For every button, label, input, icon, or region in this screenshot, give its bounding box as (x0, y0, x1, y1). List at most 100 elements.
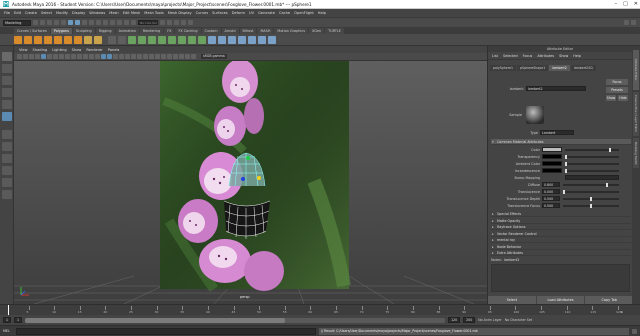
toggle-sidebar-icon[interactable] (631, 20, 636, 25)
wireframe-icon[interactable] (101, 54, 106, 59)
menu-cache[interactable]: Cache (279, 11, 290, 15)
grease-pencil-icon[interactable] (53, 54, 58, 59)
shelf-tab-turtle[interactable]: TURTLE (325, 27, 344, 34)
menu-uv[interactable]: UV (249, 11, 254, 15)
mask-vertex-icon[interactable] (89, 20, 94, 25)
focus-button[interactable]: Focus (606, 79, 628, 85)
section-mental-ray[interactable]: mental ray (491, 237, 631, 243)
attr-slider-knob[interactable] (565, 168, 567, 173)
separate-icon[interactable] (118, 35, 126, 44)
section-special-effects[interactable]: Special Effects (491, 211, 631, 217)
new-scene-icon[interactable] (33, 20, 38, 25)
render-settings-icon[interactable] (181, 20, 186, 25)
shadows-icon[interactable] (137, 54, 142, 59)
attr-color-swatch[interactable] (542, 168, 562, 173)
ae-tab-lambert2[interactable]: lambert2 (549, 65, 570, 71)
section-node-behavior[interactable]: Node Behavior (491, 244, 631, 250)
camera-attributes-icon[interactable] (29, 54, 34, 59)
bookmarks-icon[interactable] (35, 54, 40, 59)
menu-windows[interactable]: Windows (89, 11, 105, 15)
snap-plane-icon[interactable] (131, 20, 136, 25)
open-scene-icon[interactable] (40, 20, 45, 25)
hypershade-layout-icon[interactable] (2, 178, 12, 187)
presets-button[interactable]: Presets (606, 87, 628, 93)
attr-slider-knob[interactable] (606, 182, 609, 187)
attr-value-field[interactable]: 0.500 (542, 203, 560, 208)
range-slider[interactable] (25, 317, 446, 323)
film-gate-icon[interactable] (65, 54, 70, 59)
range-start-field[interactable]: 1 (3, 317, 12, 323)
minimize-button[interactable]: – (615, 1, 618, 7)
gate-mask-icon[interactable] (77, 54, 82, 59)
shelf-tab-fx-caching[interactable]: FX Caching (175, 27, 201, 34)
attr-color-swatch[interactable] (542, 154, 562, 159)
script-editor-icon[interactable] (632, 328, 637, 334)
history-icon[interactable] (160, 20, 165, 25)
rotate-tool-icon[interactable] (2, 100, 12, 109)
section-vector-renderer-control[interactable]: Vector Renderer Control (491, 231, 631, 237)
attr-color-swatch[interactable] (542, 147, 562, 152)
range-end-field[interactable]: 200 (463, 317, 476, 323)
attr-slider-knob[interactable] (609, 147, 611, 152)
snap-point-icon[interactable] (124, 20, 129, 25)
poly-sphere-icon[interactable] (14, 35, 22, 44)
menu-openflight[interactable]: OpenFlight (294, 11, 314, 15)
persp-outliner-layout-icon[interactable] (2, 154, 12, 163)
attr-slider-knob[interactable] (563, 189, 565, 194)
live-surface-field[interactable]: No Live Surface (138, 20, 158, 25)
select-camera-icon[interactable] (17, 54, 22, 59)
menu-create[interactable]: Create (25, 11, 37, 15)
section-matte-opacity[interactable]: Matte Opacity (491, 218, 631, 224)
select-hierarchy-icon[interactable] (68, 20, 73, 25)
ambient-occlusion-icon[interactable] (143, 54, 148, 59)
poly-cone-icon[interactable] (44, 35, 52, 44)
outliner-layout-icon[interactable] (2, 190, 12, 199)
save-scene-icon[interactable] (47, 20, 52, 25)
scale-tool-icon[interactable] (2, 112, 12, 121)
insert-edge-loop-icon[interactable] (218, 35, 226, 44)
side-tab-channel-box[interactable]: Channel Box / Layer Editor (633, 92, 639, 136)
side-tab-attribute-editor[interactable]: Attribute Editor (633, 50, 639, 90)
multi-cut-icon[interactable] (208, 35, 216, 44)
poly-plane-icon[interactable] (64, 35, 72, 44)
extrude-icon[interactable] (158, 35, 166, 44)
ae-menu-attributes[interactable]: Attributes (537, 54, 554, 58)
ae-menu-selected[interactable]: Selected (503, 54, 518, 58)
poly-cylinder-icon[interactable] (34, 35, 42, 44)
four-view-layout-icon[interactable] (2, 142, 12, 151)
field-chart-icon[interactable] (83, 54, 88, 59)
poly-torus-icon[interactable] (54, 35, 62, 44)
anim-layer-dropdown[interactable]: No Anim Layer (478, 318, 501, 322)
shelf-tab-mash[interactable]: MASH (257, 27, 274, 34)
safe-action-icon[interactable] (89, 54, 94, 59)
quad-draw-icon[interactable] (238, 35, 246, 44)
select-tool-icon[interactable] (2, 52, 12, 61)
select-object-icon[interactable] (75, 20, 80, 25)
smooth-icon[interactable] (128, 35, 136, 44)
ipr-render-icon[interactable] (174, 20, 179, 25)
mask-edge-icon[interactable] (96, 20, 101, 25)
shelf-tab-xgen[interactable]: XGen (308, 27, 325, 34)
planar-map-icon[interactable] (258, 35, 266, 44)
menu-mesh[interactable]: Mesh (109, 11, 118, 15)
sign-in-icon[interactable] (624, 20, 629, 25)
super-shape-icon[interactable] (94, 35, 102, 44)
shelf-tab-bifrost[interactable]: Bifrost (239, 27, 257, 34)
combine-icon[interactable] (108, 35, 116, 44)
attr-slider-knob[interactable] (590, 203, 592, 208)
menu-modify[interactable]: Modify (56, 11, 68, 15)
persp-graph-layout-icon[interactable] (2, 166, 12, 175)
isolate-select-icon[interactable] (167, 54, 172, 59)
show-button[interactable]: Show (606, 95, 616, 101)
shelf-tab-arnold[interactable]: Arnold (221, 27, 239, 34)
mask-face-icon[interactable] (103, 20, 108, 25)
bevel-icon[interactable] (178, 35, 186, 44)
attr-slider[interactable] (565, 161, 619, 166)
menu-set-selector[interactable]: Modeling (3, 19, 31, 26)
time-slider[interactable]: 5 10 15 20 25 30 35 40 45 50 55 60 65 70 75 80 85 90 95 100… (0, 304, 640, 315)
resolution-gate-icon[interactable] (71, 54, 76, 59)
select-button[interactable]: Select (488, 296, 536, 304)
use-all-lights-icon[interactable] (131, 54, 136, 59)
menu-curves[interactable]: Curves (196, 11, 208, 15)
single-perspective-layout-icon[interactable] (2, 130, 12, 139)
